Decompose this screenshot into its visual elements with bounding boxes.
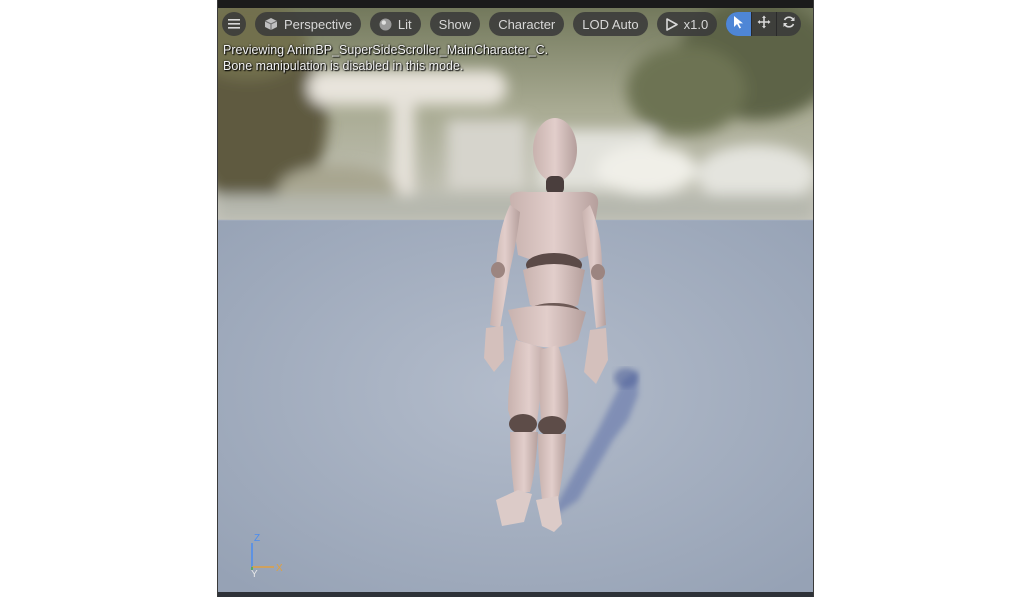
move-arrows-icon (757, 15, 771, 34)
select-cursor-icon (733, 15, 744, 34)
rotate-icon (782, 15, 796, 34)
axis-gizmo: Z Y X (251, 533, 283, 577)
play-icon (665, 17, 678, 31)
viewport-top-edge (218, 0, 813, 8)
preview-line-1: Previewing AnimBP_SuperSideScroller_Main… (223, 43, 549, 57)
viewport-toolbar: Perspective Lit Show Character LOD Auto … (222, 11, 813, 37)
lod-label: LOD Auto (582, 16, 639, 32)
lit-label: Lit (397, 16, 412, 32)
perspective-button[interactable]: Perspective (255, 12, 361, 36)
viewport-menu-button[interactable] (222, 12, 246, 36)
lit-button[interactable]: Lit (369, 12, 421, 36)
axis-z-label: Z (254, 533, 260, 544)
preview-line-2: Bone manipulation is disabled in this mo… (223, 59, 464, 73)
playback-speed-label: x1.0 (683, 16, 709, 32)
axis-x-label: X (276, 563, 283, 574)
lod-button[interactable]: LOD Auto (573, 12, 648, 36)
perspective-label: Perspective (284, 16, 352, 32)
move-tool-button[interactable] (751, 12, 776, 36)
rotate-tool-button[interactable] (776, 12, 801, 36)
character-button[interactable]: Character (489, 12, 565, 36)
character-label: Character (498, 16, 556, 32)
axis-y-label: Y (251, 569, 258, 577)
show-label: Show (438, 16, 472, 32)
sphere-icon (379, 18, 392, 31)
hamburger-menu-icon (228, 17, 240, 32)
viewport-bottom-edge (218, 592, 813, 597)
mannequin-character[interactable] (218, 0, 814, 597)
transform-tools (726, 12, 802, 36)
show-button[interactable]: Show (429, 12, 481, 36)
preview-info-text: Previewing AnimBP_SuperSideScroller_Main… (223, 42, 548, 74)
viewport[interactable]: Perspective Lit Show Character LOD Auto … (217, 0, 814, 597)
cube-icon (264, 17, 278, 31)
playback-speed-button[interactable]: x1.0 (656, 12, 718, 36)
select-tool-button[interactable] (726, 12, 752, 36)
